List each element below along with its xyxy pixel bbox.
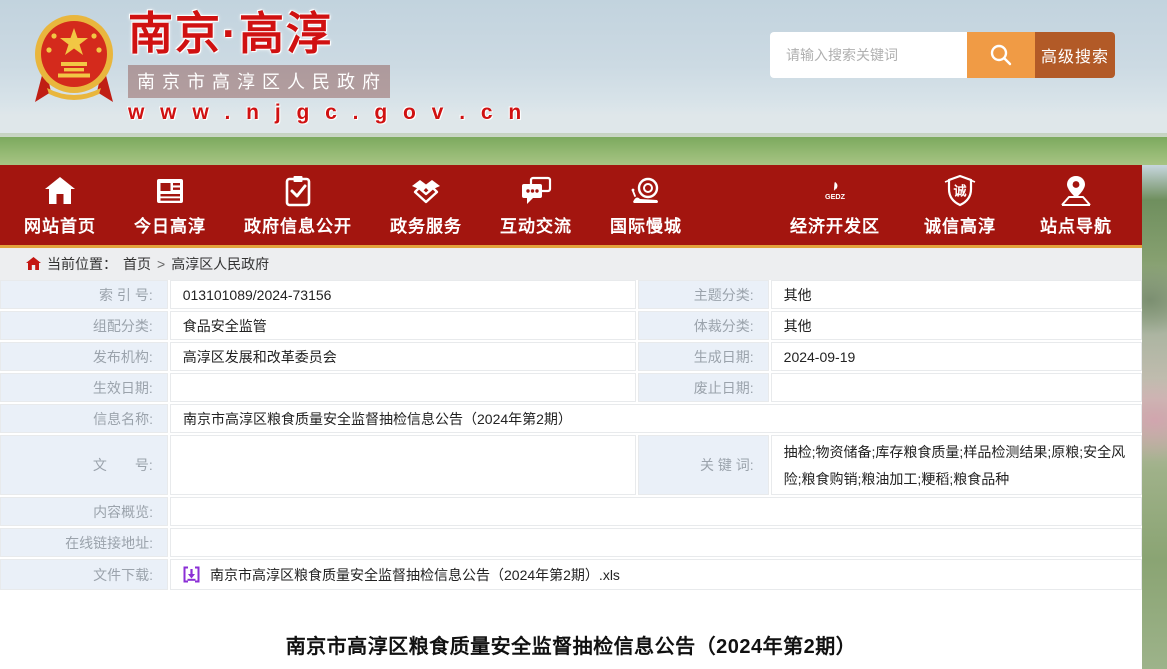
article-title: 南京市高淳区粮食质量安全监督抽检信息公告（2024年第2期） [0, 630, 1142, 659]
created-date-value: 2024-09-19 [771, 342, 1142, 371]
nav-label: 经济开发区 [790, 212, 880, 237]
shield-char: 诚 [953, 183, 966, 198]
nav-label: 政府信息公开 [244, 212, 352, 237]
created-date-label: 生成日期: [638, 342, 769, 371]
nav-item-integrity[interactable]: 诚 诚信高淳 [924, 174, 996, 237]
site-banner: 南京·高淳 南京市高淳区人民政府 w w w . n j g c . g o v… [0, 0, 1167, 165]
breadcrumb: 当前位置： 首页 > 高淳区人民政府 [0, 248, 1142, 280]
nav-item-interaction[interactable]: 互动交流 [500, 174, 572, 237]
effective-date-label: 生效日期: [0, 373, 168, 402]
advanced-search-button[interactable]: 高级搜索 [1035, 32, 1115, 78]
index-number-label: 索 引 号: [0, 280, 168, 309]
site-subtitle: 南京市高淳区人民政府 [128, 65, 390, 98]
map-pin-icon [1059, 174, 1093, 208]
nav-group-left: 网站首页 今日高淳 政府信息公开 [24, 174, 682, 237]
genre-category-value: 其他 [771, 311, 1142, 340]
gedz-icon: GEDZ [818, 174, 852, 208]
table-row: 发布机构: 高淳区发展和改革委员会 生成日期: 2024-09-19 [0, 342, 1142, 371]
nav-label: 政务服务 [390, 212, 462, 237]
home-icon [43, 174, 77, 208]
genre-category-label: 体裁分类: [638, 311, 769, 340]
nav-label: 国际慢城 [610, 212, 682, 237]
nav-label: 站点导航 [1040, 212, 1112, 237]
gedz-text: GEDZ [825, 191, 846, 200]
table-row: 信息名称: 南京市高淳区粮食质量安全监督抽检信息公告（2024年第2期） [0, 404, 1142, 433]
overview-value [170, 497, 1142, 526]
table-row: 生效日期: 废止日期: [0, 373, 1142, 402]
info-name-value: 南京市高淳区粮食质量安全监督抽检信息公告（2024年第2期） [170, 404, 1142, 433]
nav-label: 今日高淳 [134, 212, 206, 237]
table-row: 在线链接地址: [0, 528, 1142, 557]
site-url: w w w . n j g c . g o v . c n [128, 101, 390, 125]
abolish-date-label: 废止日期: [638, 373, 769, 402]
file-download-label: 文件下载: [0, 559, 168, 590]
effective-date-value [170, 373, 636, 402]
index-number-value: 013101089/2024-73156 [170, 280, 636, 309]
topic-category-value: 其他 [771, 280, 1142, 309]
info-name-label: 信息名称: [0, 404, 168, 433]
content-wrapper: 网站首页 今日高淳 政府信息公开 [0, 165, 1142, 669]
nav-label: 网站首页 [24, 212, 96, 237]
overview-label: 内容概览: [0, 497, 168, 526]
nav-item-sitemap[interactable]: 站点导航 [1040, 174, 1112, 237]
issuing-org-value: 高淳区发展和改革委员会 [170, 342, 636, 371]
table-row: 内容概览: [0, 497, 1142, 526]
abolish-date-value [771, 373, 1142, 402]
keywords-label: 关 键 词: [638, 435, 769, 495]
nav-item-gov-info[interactable]: 政府信息公开 [244, 174, 352, 237]
newspaper-icon [153, 174, 187, 208]
download-file-link[interactable]: 南京市高淳区粮食质量安全监督抽检信息公告（2024年第2期）.xls [210, 565, 620, 585]
group-category-value: 食品安全监管 [170, 311, 636, 340]
nav-item-services[interactable]: 政务服务 [390, 174, 462, 237]
search-bar: 高级搜索 [770, 32, 1115, 78]
nav-item-today[interactable]: 今日高淳 [134, 174, 206, 237]
breadcrumb-home-link[interactable]: 首页 [123, 254, 151, 274]
national-emblem-icon [33, 6, 115, 112]
breadcrumb-label: 当前位置： [47, 254, 117, 274]
breadcrumb-separator: > [157, 256, 165, 272]
snail-icon [629, 174, 663, 208]
nav-item-home[interactable]: 网站首页 [24, 174, 96, 237]
group-category-label: 组配分类: [0, 311, 168, 340]
nav-label: 互动交流 [500, 212, 572, 237]
search-icon [988, 42, 1014, 68]
download-icon [183, 566, 200, 583]
integrity-shield-icon: 诚 [943, 174, 977, 208]
chat-bubbles-icon [519, 174, 553, 208]
site-identity: 南京·高淳 南京市高淳区人民政府 w w w . n j g c . g o v… [128, 8, 390, 125]
search-button[interactable] [967, 32, 1035, 78]
table-row: 索 引 号: 013101089/2024-73156 主题分类: 其他 [0, 280, 1142, 309]
banner-fields [0, 137, 1167, 165]
site-title: 南京·高淳 [128, 8, 390, 60]
keywords-value: 抽检;物资储备;库存粮食质量;样品检测结果;原粮;安全风险;粮食购销;粮油加工;… [771, 435, 1142, 495]
table-row: 文件下载: 南京市高淳区粮食质量安全监督抽检信息公告（2024年第2期）.xls [0, 559, 1142, 590]
doc-number-label: 文 号: [0, 435, 168, 495]
breadcrumb-home-icon [26, 257, 41, 271]
online-link-label: 在线链接地址: [0, 528, 168, 557]
breadcrumb-current[interactable]: 高淳区人民政府 [171, 254, 269, 274]
search-input[interactable] [770, 32, 967, 78]
nav-item-gedz[interactable]: GEDZ 经济开发区 [790, 174, 880, 237]
handshake-icon [409, 174, 443, 208]
online-link-value [170, 528, 1142, 557]
table-row: 组配分类: 食品安全监管 体裁分类: 其他 [0, 311, 1142, 340]
main-nav: 网站首页 今日高淳 政府信息公开 [0, 165, 1142, 245]
doc-number-value [170, 435, 636, 495]
table-row: 文 号: 关 键 词: 抽检;物资储备;库存粮食质量;样品检测结果;原粮;安全风… [0, 435, 1142, 495]
nav-group-right: GEDZ 经济开发区 诚 诚信高淳 [790, 174, 1112, 237]
nav-item-slow-city[interactable]: 国际慢城 [610, 174, 682, 237]
issuing-org-label: 发布机构: [0, 342, 168, 371]
clipboard-check-icon [281, 174, 315, 208]
nav-label: 诚信高淳 [924, 212, 996, 237]
info-table: 索 引 号: 013101089/2024-73156 主题分类: 其他 组配分… [0, 280, 1142, 590]
article-area: 南京市高淳区粮食质量安全监督抽检信息公告（2024年第2期） [0, 590, 1142, 666]
file-download-cell: 南京市高淳区粮食质量安全监督抽检信息公告（2024年第2期）.xls [170, 559, 1142, 590]
topic-category-label: 主题分类: [638, 280, 769, 309]
